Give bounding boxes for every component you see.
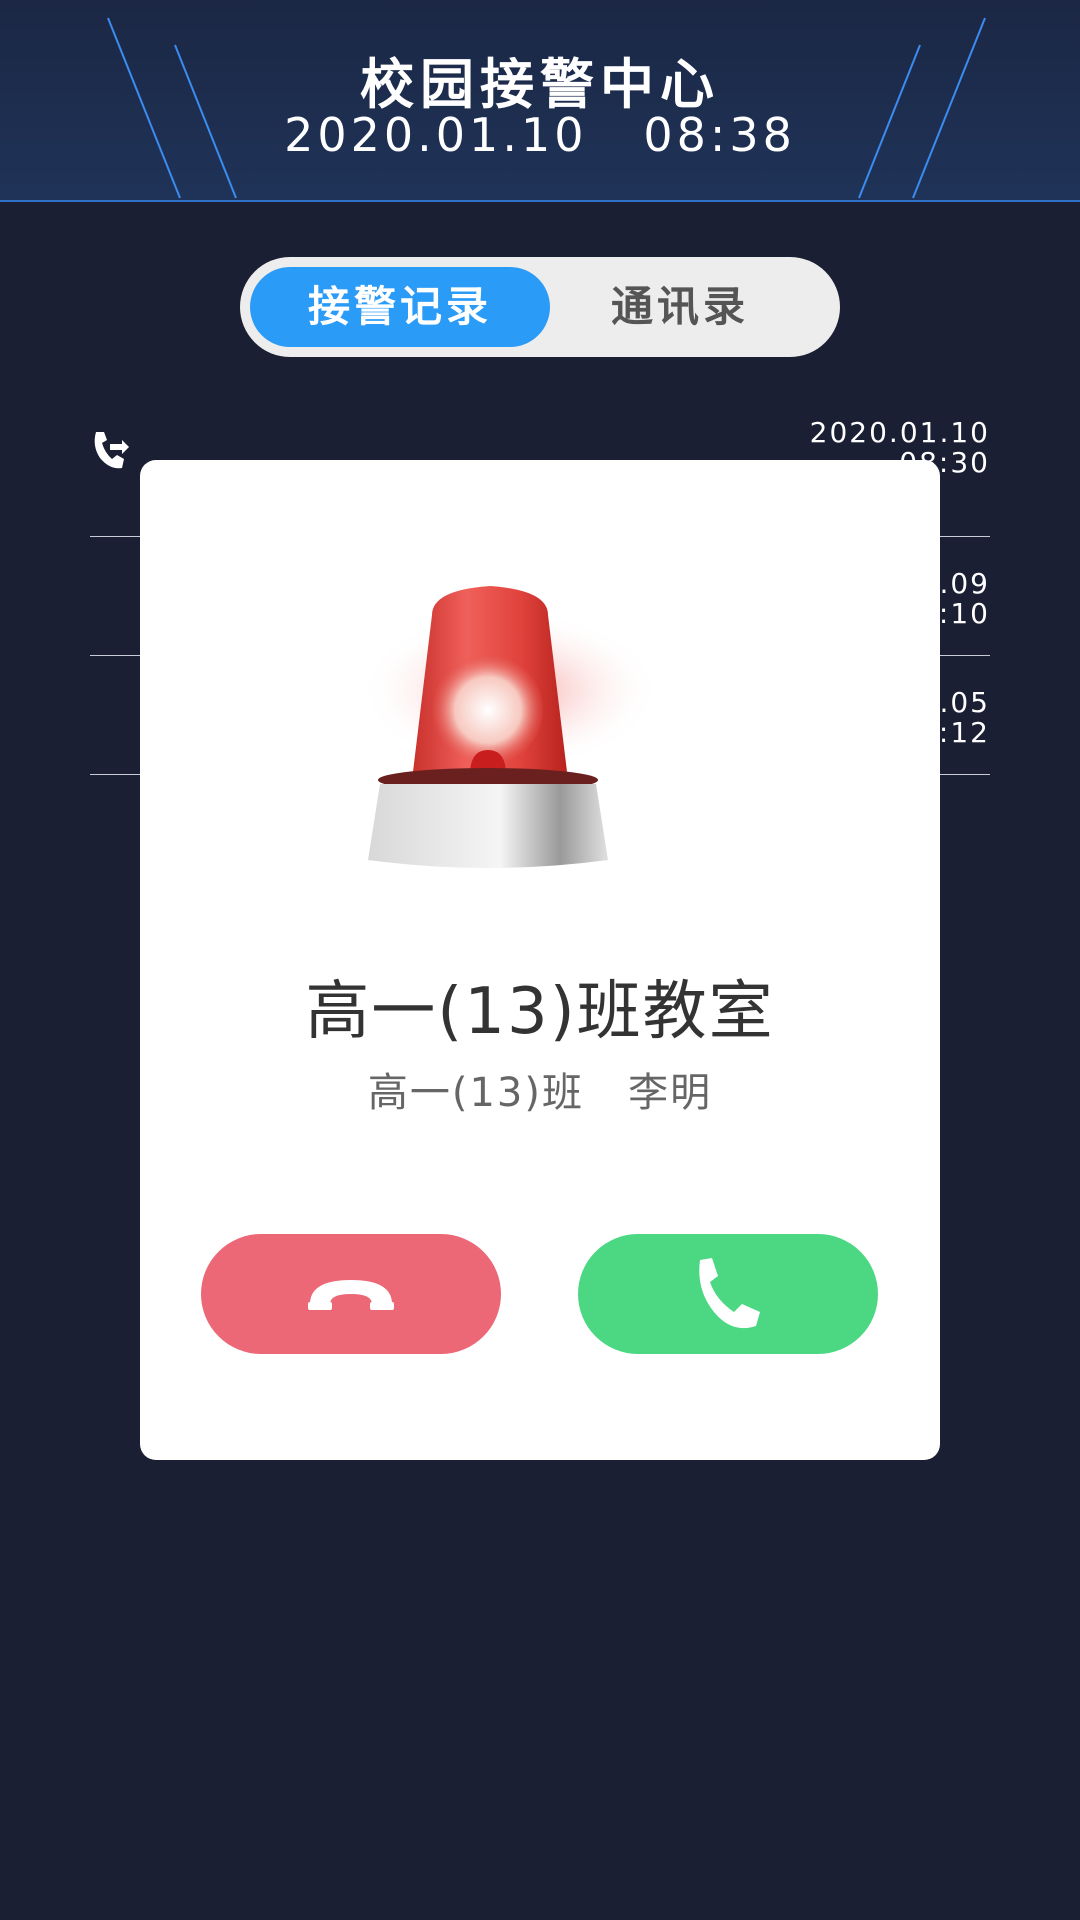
tab-switcher: 接警记录 通讯录 (240, 257, 840, 357)
outgoing-call-icon (94, 432, 129, 469)
reject-call-button[interactable] (201, 1234, 501, 1354)
alarm-location: 高一(13)班教室 (305, 975, 775, 1049)
tab-contacts[interactable]: 通讯录 (530, 267, 830, 347)
caller-info: 高一(13)班 李明 (367, 1070, 713, 1116)
record-date: 2020.01.10 (809, 416, 990, 449)
incoming-alarm-dialog: 高一(13)班教室 高一(13)班 李明 (140, 460, 940, 1460)
hang-up-icon (308, 1280, 394, 1310)
current-datetime: 2020.01.10 08:38 (284, 108, 796, 162)
tab-alarm-records[interactable]: 接警记录 (250, 267, 550, 347)
header: 校园接警中心 2020.01.10 08:38 (0, 0, 1080, 202)
siren-icon (360, 586, 660, 868)
accept-call-button[interactable] (578, 1234, 878, 1354)
phone-answer-icon (699, 1258, 760, 1329)
